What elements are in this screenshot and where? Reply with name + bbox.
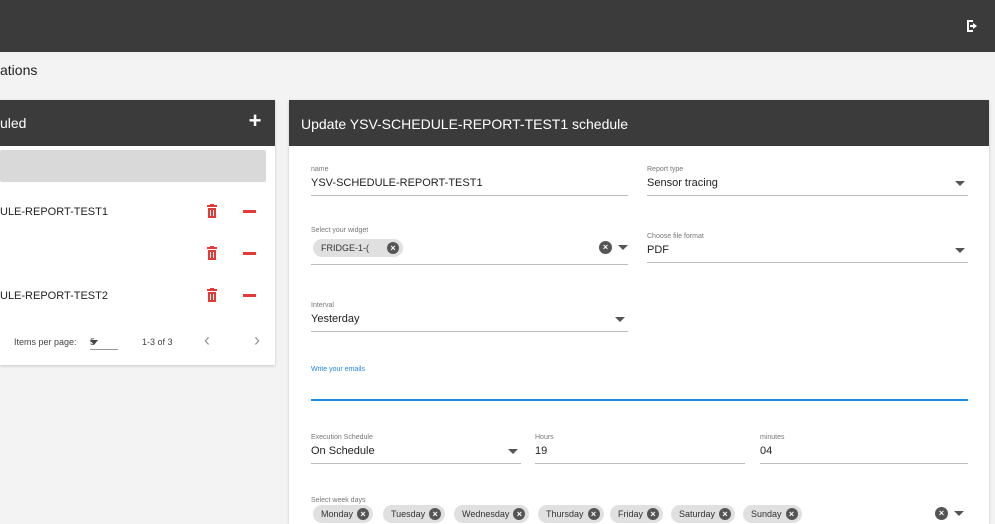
file-format-label: Choose file format bbox=[647, 233, 704, 240]
file-format-underline bbox=[647, 262, 968, 263]
interval-select[interactable]: Interval Yesterday bbox=[311, 302, 628, 332]
day-chip-label: Tuesday bbox=[391, 509, 426, 519]
update-schedule-title: Update YSV-SCHEDULE-REPORT-TEST1 schedul… bbox=[301, 116, 629, 132]
remove-chip-icon[interactable]: × bbox=[429, 508, 442, 520]
page-title: ations bbox=[0, 62, 38, 78]
trash-icon[interactable] bbox=[206, 246, 218, 260]
minutes-input[interactable]: minutes 04 bbox=[760, 434, 968, 464]
chevron-down-icon bbox=[618, 245, 628, 250]
execution-schedule-label: Execution Schedule bbox=[311, 434, 373, 441]
scheduled-list-title: uled bbox=[0, 115, 27, 131]
day-chip-wednesday[interactable]: Wednesday × bbox=[454, 505, 530, 523]
widget-label: Select your widget bbox=[311, 227, 369, 234]
scheduled-list-panel: uled + ULE-REPORT-TEST1 ULE-REPORT-TEST2 bbox=[0, 100, 275, 365]
plus-icon: + bbox=[248, 108, 262, 133]
widget-chip-label: FRIDGE-1-( bbox=[321, 243, 369, 253]
chevron-down-icon bbox=[955, 248, 965, 253]
remove-chip-icon[interactable]: × bbox=[357, 508, 370, 520]
emails-label: Write your emails bbox=[311, 366, 365, 373]
day-chip-label: Thursday bbox=[546, 509, 584, 519]
day-chip-saturday[interactable]: Saturday × bbox=[671, 505, 736, 523]
paginator: Items per page: 5 1-3 of 3 ‹ › bbox=[0, 330, 275, 350]
minutes-label: minutes bbox=[760, 434, 785, 441]
interval-value: Yesterday bbox=[311, 313, 360, 325]
list-item[interactable]: ULE-REPORT-TEST1 bbox=[0, 202, 275, 222]
week-days-select[interactable]: Select week days Monday × Tuesday × Wedn… bbox=[311, 497, 968, 524]
day-chip-label: Monday bbox=[321, 509, 354, 519]
clear-selection-icon[interactable]: × bbox=[599, 241, 612, 254]
remove-chip-icon[interactable]: × bbox=[513, 508, 526, 520]
previous-page-button[interactable]: ‹ bbox=[200, 331, 214, 349]
hours-label: Hours bbox=[535, 434, 554, 441]
name-field[interactable]: name YSV-SCHEDULE-REPORT-TEST1 bbox=[311, 166, 628, 196]
day-chip-label: Saturday bbox=[679, 509, 716, 519]
interval-underline bbox=[311, 331, 628, 332]
execution-underline bbox=[311, 463, 521, 464]
widget-underline bbox=[311, 264, 628, 265]
day-chip-sunday[interactable]: Sunday × bbox=[743, 505, 802, 523]
day-chip-friday[interactable]: Friday × bbox=[610, 505, 664, 523]
items-per-page-label: Items per page: bbox=[14, 337, 77, 347]
chevron-down-icon bbox=[955, 181, 965, 186]
day-chip-label: Friday bbox=[618, 509, 644, 519]
list-item-name: ULE-REPORT-TEST2 bbox=[0, 290, 108, 302]
remove-chip-icon[interactable]: × bbox=[719, 508, 732, 520]
chevron-down-icon bbox=[90, 340, 98, 345]
execution-schedule-select[interactable]: Execution Schedule On Schedule bbox=[311, 434, 521, 464]
widget-select[interactable]: Select your widget FRIDGE-1-( × × bbox=[311, 227, 628, 265]
remove-icon[interactable] bbox=[243, 210, 256, 213]
day-chip-label: Wednesday bbox=[462, 509, 510, 519]
minutes-underline bbox=[760, 463, 968, 464]
widget-chip[interactable]: FRIDGE-1-( × bbox=[313, 239, 403, 257]
day-chip-label: Sunday bbox=[751, 509, 782, 519]
name-value: YSV-SCHEDULE-REPORT-TEST1 bbox=[311, 177, 483, 189]
page-size-select[interactable]: 5 bbox=[90, 332, 118, 350]
remove-icon[interactable] bbox=[243, 252, 256, 255]
add-schedule-button[interactable]: + bbox=[245, 108, 265, 133]
day-chip-monday[interactable]: Monday × bbox=[313, 505, 374, 523]
week-days-label: Select week days bbox=[311, 497, 366, 504]
update-schedule-header: Update YSV-SCHEDULE-REPORT-TEST1 schedul… bbox=[289, 100, 989, 146]
emails-input[interactable] bbox=[311, 399, 968, 401]
hours-underline bbox=[535, 463, 745, 464]
clear-selection-icon[interactable]: × bbox=[935, 507, 948, 520]
remove-chip-icon[interactable]: × bbox=[587, 508, 600, 520]
hours-value: 19 bbox=[535, 445, 548, 457]
list-item[interactable]: ULE-REPORT-TEST2 bbox=[0, 286, 275, 306]
list-item[interactable] bbox=[0, 244, 275, 264]
hours-input[interactable]: Hours 19 bbox=[535, 434, 745, 464]
top-app-bar bbox=[0, 0, 995, 52]
report-type-underline bbox=[647, 195, 968, 196]
remove-icon[interactable] bbox=[243, 294, 256, 297]
filter-input[interactable] bbox=[0, 150, 266, 182]
report-type-label: Report type bbox=[647, 166, 684, 173]
execution-schedule-value: On Schedule bbox=[311, 445, 375, 457]
minutes-value: 04 bbox=[760, 445, 773, 457]
file-format-select[interactable]: Choose file format PDF bbox=[647, 233, 968, 263]
day-chip-tuesday[interactable]: Tuesday × bbox=[383, 505, 446, 523]
page-range-label: 1-3 of 3 bbox=[142, 337, 173, 347]
sign-out-icon[interactable] bbox=[965, 18, 981, 34]
chevron-down-icon bbox=[954, 511, 964, 516]
list-item-name: ULE-REPORT-TEST1 bbox=[0, 206, 108, 218]
report-type-select[interactable]: Report type Sensor tracing bbox=[647, 166, 968, 196]
remove-chip-icon[interactable]: × bbox=[387, 242, 399, 254]
remove-chip-icon[interactable]: × bbox=[785, 508, 798, 520]
report-type-value: Sensor tracing bbox=[647, 177, 718, 189]
name-label: name bbox=[311, 166, 329, 173]
trash-icon[interactable] bbox=[206, 204, 218, 218]
day-chip-thursday[interactable]: Thursday × bbox=[538, 505, 604, 523]
remove-chip-icon[interactable]: × bbox=[647, 508, 660, 520]
update-schedule-panel: Update YSV-SCHEDULE-REPORT-TEST1 schedul… bbox=[289, 100, 989, 524]
next-page-button[interactable]: › bbox=[250, 331, 264, 349]
name-underline bbox=[311, 195, 628, 196]
trash-icon[interactable] bbox=[206, 288, 218, 302]
file-format-value: PDF bbox=[647, 244, 669, 256]
chevron-down-icon bbox=[508, 449, 518, 454]
scheduled-list-header: uled + bbox=[0, 100, 275, 146]
chevron-down-icon bbox=[615, 317, 625, 322]
interval-label: Interval bbox=[311, 302, 334, 309]
